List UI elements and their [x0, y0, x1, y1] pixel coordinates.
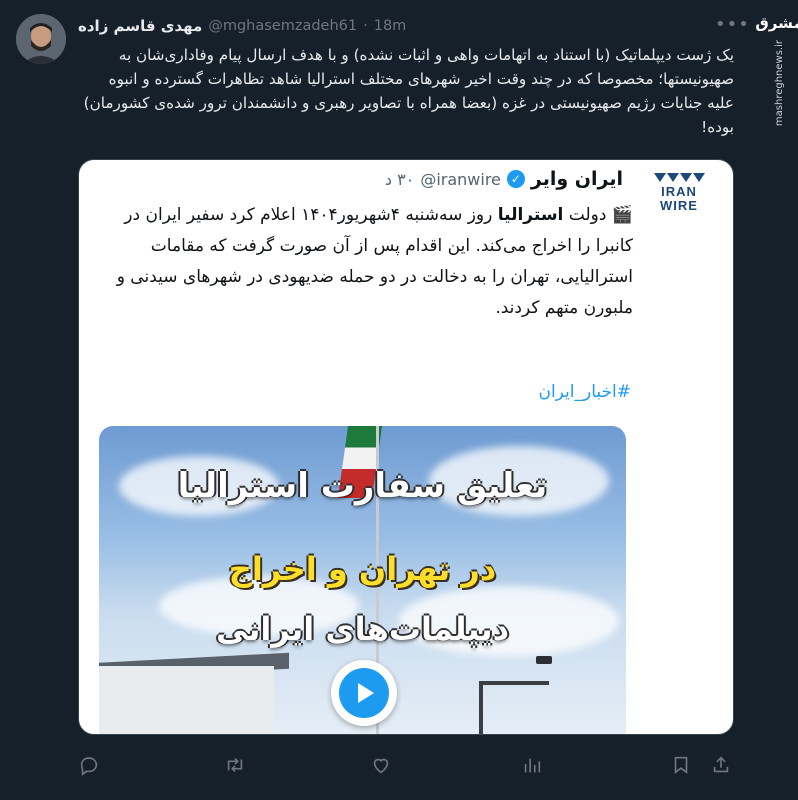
video-thumbnail[interactable]: تعلیق سفارت استرالیا در تهران و اخراج دی…	[99, 426, 626, 734]
views-button[interactable]	[521, 754, 545, 778]
share-button[interactable]	[710, 754, 734, 778]
like-button[interactable]	[370, 754, 394, 778]
verified-badge-icon: ✓	[506, 170, 525, 188]
share-icon	[713, 756, 729, 773]
security-camera	[536, 656, 552, 664]
quoted-text: 🎬 دولت استرالیا روز سه‌شنبه ۴شهریور۱۴۰۴ …	[101, 200, 633, 324]
lamppost	[479, 681, 483, 734]
play-icon-circle	[339, 668, 389, 718]
play-icon	[358, 683, 374, 703]
reply-icon	[80, 757, 98, 776]
retweet-button[interactable]	[224, 754, 248, 778]
quoted-handle[interactable]: @iranwire	[420, 170, 501, 189]
heart-icon	[373, 758, 389, 774]
tweet-header: مهدی قاسم زاده @mghasemzadeh61 · 18m	[78, 17, 718, 35]
more-options-icon[interactable]: •••	[715, 14, 750, 35]
author-handle[interactable]: @mghasemzadeh61	[208, 18, 357, 34]
watermark: مشرق mashreghnews.ir	[755, 14, 798, 127]
video-title-line-2: در تهران و اخراج	[228, 550, 497, 588]
tweet-time[interactable]: 18m	[374, 18, 407, 34]
quoted-header: ایران وایر ✓ @iranwire ۳۰ د	[385, 168, 623, 190]
quoted-time[interactable]: ۳۰ د	[385, 170, 414, 189]
quoted-author-name[interactable]: ایران وایر	[531, 168, 623, 190]
separator-dot: ·	[363, 18, 368, 34]
bookmark-icon	[674, 756, 688, 774]
quoted-text-bold: استرالیا	[497, 205, 564, 225]
building	[99, 666, 274, 734]
bookmark-button[interactable]	[670, 754, 694, 778]
play-button[interactable]	[331, 660, 397, 726]
quoted-tweet[interactable]: IRAN WIRE ایران وایر ✓ @iranwire ۳۰ د 🎬 …	[78, 159, 734, 735]
views-chart-icon	[524, 758, 541, 773]
logo-text-iran: IRAN	[661, 184, 697, 199]
avatar[interactable]	[16, 14, 66, 64]
iranwire-logo: IRAN WIRE	[648, 173, 710, 213]
author-name[interactable]: مهدی قاسم زاده	[78, 17, 202, 35]
video-title-line-1: تعلیق سفارت استرالیا	[177, 466, 548, 506]
tweet-text: یک ژست دیپلماتیک (با استناد به اتهامات و…	[83, 46, 734, 136]
avatar-image	[16, 14, 66, 64]
reply-button[interactable]	[78, 754, 102, 778]
logo-pattern	[648, 173, 710, 182]
quoted-text-prefix: 🎬 دولت	[563, 205, 633, 225]
action-bar	[78, 754, 734, 778]
watermark-logo: مشرق	[755, 14, 798, 32]
lamp-arm	[479, 681, 549, 685]
video-title-line-3: دیپلمات‌های ایرانی	[215, 610, 510, 648]
watermark-url: mashreghnews.ir	[773, 40, 785, 127]
hashtag-link[interactable]: #اخبار_ایران	[538, 382, 631, 402]
retweet-icon	[227, 757, 243, 773]
logo-text-wire: WIRE	[660, 198, 698, 213]
